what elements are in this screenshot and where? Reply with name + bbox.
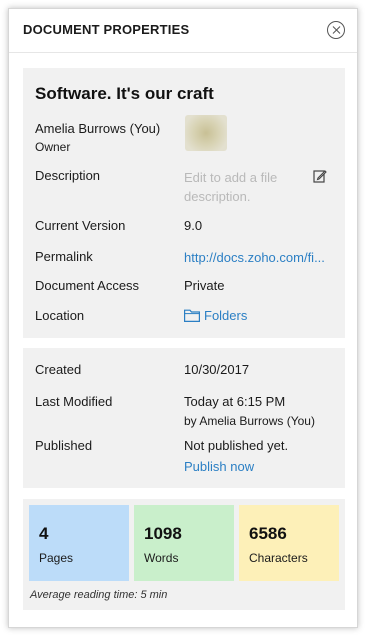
panel-header: DOCUMENT PROPERTIES bbox=[9, 9, 357, 53]
owner-role: Owner bbox=[35, 140, 71, 154]
words-label: Words bbox=[144, 551, 179, 565]
published-label: Published bbox=[35, 438, 93, 453]
dates-card: Created 10/30/2017 Last Modified Today a… bbox=[23, 348, 345, 488]
description-field[interactable]: Edit to add a file description. bbox=[184, 168, 304, 206]
document-properties-panel: DOCUMENT PROPERTIES Software. It's our c… bbox=[8, 8, 358, 628]
published-status: Not published yet. bbox=[184, 438, 289, 453]
current-version-label: Current Version bbox=[35, 218, 126, 233]
location-label: Location bbox=[35, 308, 85, 323]
pages-count: 4 bbox=[39, 524, 49, 543]
document-info-card: Software. It's our craft Amelia Burrows … bbox=[23, 68, 345, 338]
panel-title: DOCUMENT PROPERTIES bbox=[23, 22, 190, 37]
edit-icon[interactable] bbox=[313, 169, 327, 183]
owner-name: Amelia Burrows (You) bbox=[35, 121, 161, 136]
characters-label: Characters bbox=[249, 551, 308, 565]
permalink-link[interactable]: http://docs.zoho.com/fi... bbox=[184, 250, 336, 265]
description-label: Description bbox=[35, 168, 101, 183]
words-stat: 1098 Words bbox=[134, 505, 234, 581]
location-value: Folders bbox=[204, 308, 248, 323]
last-modified-label: Last Modified bbox=[35, 394, 113, 409]
created-value: 10/30/2017 bbox=[184, 362, 250, 377]
last-modified-time: Today at 6:15 PM bbox=[184, 394, 286, 409]
folder-icon bbox=[184, 309, 200, 322]
characters-count: 6586 bbox=[249, 524, 287, 543]
permalink-label: Permalink bbox=[35, 249, 93, 264]
close-icon[interactable] bbox=[327, 21, 345, 39]
last-modified-by: by Amelia Burrows (You) bbox=[184, 414, 315, 428]
pages-label: Pages bbox=[39, 551, 74, 565]
stats-card: 4 Pages 1098 Words 6586 Characters Avera… bbox=[23, 499, 345, 610]
created-label: Created bbox=[35, 362, 82, 377]
avatar bbox=[185, 115, 227, 151]
location-link[interactable]: Folders bbox=[184, 308, 247, 323]
reading-time: Average reading time: 5 min bbox=[30, 589, 168, 601]
words-count: 1098 bbox=[144, 524, 182, 543]
document-access-label: Document Access bbox=[35, 278, 140, 293]
current-version-value: 9.0 bbox=[184, 218, 203, 233]
document-access-value: Private bbox=[184, 278, 225, 293]
document-title: Software. It's our craft bbox=[35, 84, 214, 103]
pages-stat: 4 Pages bbox=[29, 505, 129, 581]
publish-now-link[interactable]: Publish now bbox=[184, 459, 254, 474]
characters-stat: 6586 Characters bbox=[239, 505, 339, 581]
